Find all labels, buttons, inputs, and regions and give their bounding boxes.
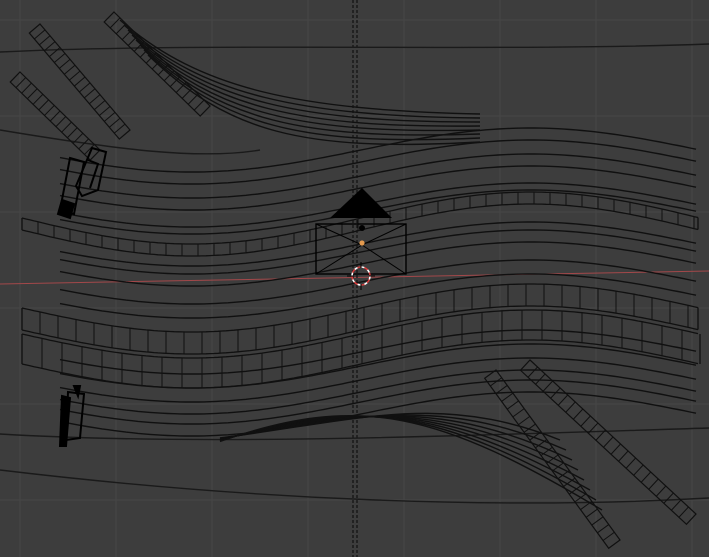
- ramp-tick: [597, 524, 610, 534]
- ramp-tick: [512, 408, 525, 418]
- ramp-tick: [27, 88, 38, 100]
- ramp-tick: [32, 93, 44, 105]
- ramp-tick: [633, 464, 644, 476]
- camera-line: [361, 223, 407, 246]
- ramp-tick: [99, 106, 111, 116]
- lane-wire: [59, 357, 697, 403]
- ramp-tick: [39, 35, 51, 46]
- ramp-tick: [625, 457, 637, 469]
- boundary-curve: [0, 469, 709, 504]
- ramp-tick: [193, 99, 205, 111]
- ramp-tick: [187, 93, 199, 105]
- ramp-tick: [671, 499, 682, 511]
- camera-object[interactable]: [315, 188, 407, 275]
- 3d-viewport[interactable]: [0, 0, 709, 557]
- ramp-tick: [610, 443, 621, 455]
- ramp-tick: [535, 373, 546, 385]
- viewport-canvas[interactable]: [0, 0, 709, 557]
- ramp-tick: [655, 485, 667, 497]
- lane-wire: [59, 259, 697, 305]
- ramp-tick: [678, 506, 689, 518]
- ramp-tick: [64, 64, 76, 75]
- ramp-tick: [59, 58, 71, 69]
- ramp-tick: [49, 47, 61, 57]
- ramp-tick: [640, 471, 652, 483]
- ramp-tick: [38, 99, 49, 111]
- camera-line: [315, 223, 363, 246]
- ramp-tick: [663, 492, 674, 504]
- ramp-tick: [115, 23, 127, 35]
- road-strip: [21, 283, 699, 355]
- ramp-tick: [21, 82, 32, 94]
- boundary-curve: [0, 43, 709, 53]
- ramp-tick: [74, 76, 86, 87]
- ramp-tick: [61, 121, 72, 133]
- ramp-tick: [44, 105, 55, 116]
- ramp-tick: [55, 116, 67, 127]
- ramp-tick: [84, 88, 96, 99]
- ramp-tick: [506, 400, 519, 410]
- car-wheel-top: [56, 198, 76, 220]
- lane-wire: [59, 329, 697, 375]
- camera-line: [361, 244, 407, 275]
- ramp-tick: [109, 17, 121, 29]
- ramp-tick: [104, 111, 116, 122]
- ramp-wire: [219, 414, 567, 451]
- ramp-tick: [34, 29, 46, 40]
- ramp-tick: [591, 516, 604, 526]
- lane-wire: [59, 221, 697, 267]
- ramp-tick: [542, 380, 554, 392]
- ramp-tick: [552, 462, 564, 472]
- ramp-tick: [181, 88, 193, 99]
- ramp-tick: [67, 127, 78, 139]
- boundary-curve: [0, 129, 261, 155]
- ramp-tick: [79, 82, 91, 93]
- camera-pivot-dot: [359, 225, 365, 231]
- ramp-wire: [123, 24, 481, 119]
- car-wheel-bottom: [58, 394, 72, 447]
- ramp-tick: [69, 70, 81, 81]
- lane-wire: [59, 229, 697, 275]
- ramp-tick: [580, 415, 591, 427]
- ramp-tick: [109, 117, 121, 128]
- car-window-top: [87, 159, 100, 189]
- ramp-tick: [618, 450, 629, 462]
- road-mesh-wireframe[interactable]: [0, 19, 709, 511]
- ramp-strip: [103, 11, 211, 117]
- lane-wire: [59, 343, 697, 389]
- ramp-wire: [219, 415, 573, 461]
- ramp-tick: [648, 478, 659, 490]
- ramp-tick: [89, 94, 101, 105]
- ramp-tick: [602, 531, 615, 541]
- ramp-tick: [121, 29, 133, 40]
- object-origin-icon[interactable]: [359, 240, 365, 246]
- ramp-tick: [54, 53, 66, 63]
- ramp-tick: [572, 408, 584, 420]
- ramp-tick: [518, 415, 531, 426]
- ramp-tick: [501, 392, 514, 402]
- ramp-strip: [28, 23, 131, 140]
- ramp-tick: [94, 100, 106, 110]
- lane-wire: [59, 153, 697, 199]
- ramp-tick: [603, 436, 614, 448]
- ramp-tick: [527, 366, 538, 378]
- ramp-tick: [15, 77, 27, 88]
